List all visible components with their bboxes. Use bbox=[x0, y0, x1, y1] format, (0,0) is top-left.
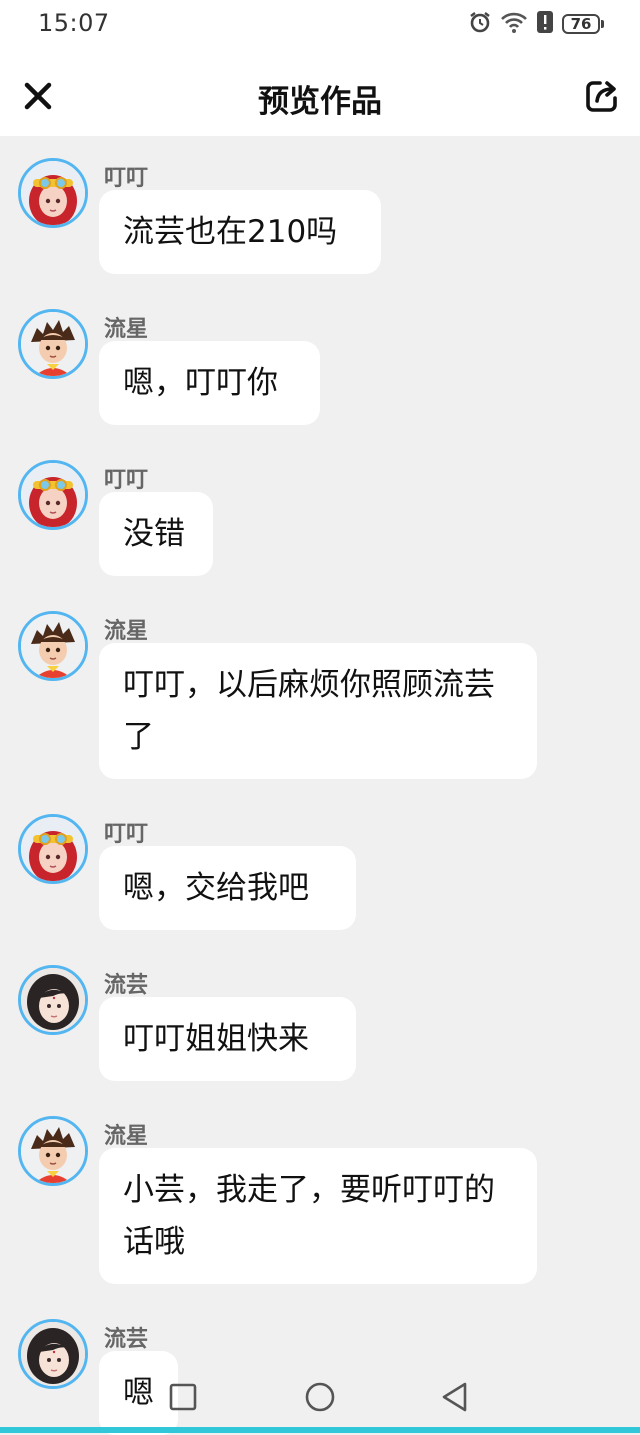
sender-name: 流芸 bbox=[104, 973, 149, 998]
avatar-image bbox=[21, 817, 85, 881]
avatar-dingding[interactable] bbox=[18, 814, 88, 884]
avatar-image bbox=[21, 1119, 85, 1183]
message-bubble[interactable]: 嗯，叮叮你 bbox=[99, 341, 320, 425]
back-icon bbox=[442, 1382, 467, 1412]
sender-name: 流星 bbox=[104, 1124, 149, 1149]
avatar-image bbox=[21, 161, 85, 225]
sender-name: 叮叮 bbox=[104, 822, 149, 847]
home-icon bbox=[305, 1382, 335, 1412]
home-button[interactable] bbox=[304, 1381, 336, 1417]
share-icon bbox=[586, 81, 617, 112]
battery-icon: 76 bbox=[562, 14, 604, 34]
page-title: 预览作品 bbox=[258, 84, 382, 120]
alarm-icon bbox=[468, 10, 492, 38]
message-bubble[interactable]: 叮叮，以后麻烦你照顾流芸了 bbox=[99, 643, 537, 779]
avatar-image bbox=[21, 463, 85, 527]
title-bar: 预览作品 bbox=[0, 52, 640, 136]
avatar-dingding[interactable] bbox=[18, 460, 88, 530]
sender-name: 叮叮 bbox=[104, 166, 149, 191]
avatar-liuyun[interactable] bbox=[18, 965, 88, 1035]
message-bubble[interactable]: 嗯，交给我吧 bbox=[99, 846, 356, 930]
avatar-dingding[interactable] bbox=[18, 158, 88, 228]
status-bar: 15:07 76 bbox=[0, 0, 640, 52]
message-bubble[interactable]: 流芸也在210吗 bbox=[99, 190, 381, 274]
message-bubble[interactable]: 小芸，我走了，要听叮叮的话哦 bbox=[99, 1148, 537, 1284]
share-button[interactable] bbox=[584, 78, 620, 114]
back-button[interactable] bbox=[440, 1381, 470, 1417]
message-bubble[interactable]: 没错 bbox=[99, 492, 213, 576]
navigation-bar bbox=[0, 1366, 640, 1428]
recent-apps-icon bbox=[169, 1383, 197, 1411]
avatar-image bbox=[21, 1322, 85, 1386]
wifi-icon bbox=[500, 10, 528, 38]
avatar-liuxing[interactable] bbox=[18, 611, 88, 681]
battery-level: 76 bbox=[562, 14, 600, 34]
avatar-liuyun[interactable] bbox=[18, 1319, 88, 1389]
sender-name: 流星 bbox=[104, 317, 149, 342]
message-bubble[interactable]: 叮叮姐姐快来 bbox=[99, 997, 356, 1081]
sender-name: 流星 bbox=[104, 619, 149, 644]
message-bubble[interactable]: 嗯 bbox=[99, 1351, 178, 1435]
status-icons: 76 bbox=[468, 10, 604, 38]
sender-name: 流芸 bbox=[104, 1327, 149, 1352]
recent-apps-button[interactable] bbox=[168, 1382, 198, 1416]
bottom-accent-bar bbox=[0, 1427, 640, 1433]
avatar-liuxing[interactable] bbox=[18, 309, 88, 379]
status-time: 15:07 bbox=[38, 9, 110, 37]
avatar-image bbox=[21, 968, 85, 1032]
avatar-image bbox=[21, 614, 85, 678]
avatar-liuxing[interactable] bbox=[18, 1116, 88, 1186]
avatar-image bbox=[21, 312, 85, 376]
alert-icon bbox=[536, 10, 554, 38]
sender-name: 叮叮 bbox=[104, 468, 149, 493]
